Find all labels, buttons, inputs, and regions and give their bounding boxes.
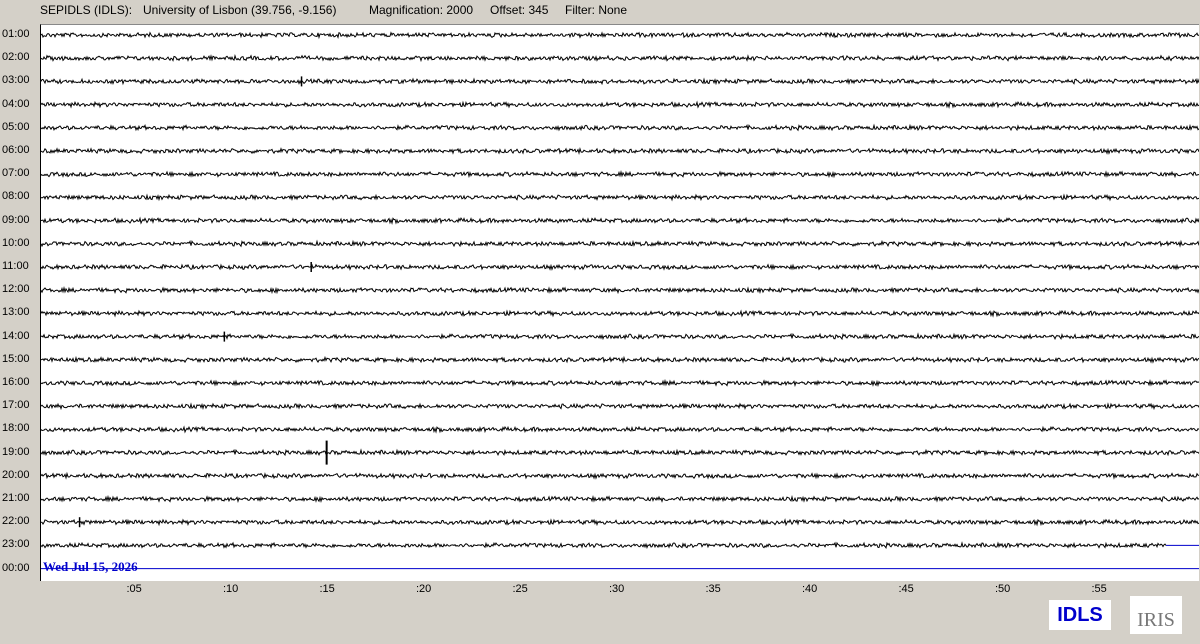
hour-label: 10:00 [2,236,30,249]
minute-tick-label: :25 [512,583,528,595]
trace-line [41,378,1199,388]
trace-line [41,193,1199,202]
trace-line [41,355,1199,364]
hour-label: 22:00 [2,515,30,528]
trace-line [41,31,1199,40]
header-bar: SEPIDLS (IDLS): University of Lisbon (39… [0,0,1200,22]
trace-line [41,448,1199,457]
hour-label: 02:00 [2,51,30,64]
hour-label: 19:00 [2,445,30,458]
hour-label: 11:00 [2,260,29,272]
trace-line [41,425,1199,434]
station-location: University of Lisbon (39.756, -9.156) [143,3,337,17]
hour-label: 21:00 [2,492,30,504]
trace-line [41,309,1199,318]
trace-line [41,518,1199,527]
trace-line [41,53,1199,63]
trace-line [41,146,1199,155]
trace-line [41,239,1199,248]
trace-line [41,77,1199,86]
minute-tick-label: :55 [1091,583,1107,595]
trace-line [41,263,1199,271]
station-name: SEPIDLS (IDLS): [40,3,133,17]
minute-tick-label: :35 [705,583,721,595]
iris-logo: IRIS [1130,596,1182,634]
magnification-readout: Magnification: 2000 [369,3,474,17]
trace-line [41,332,1199,341]
hour-label: 01:00 [2,28,30,40]
minute-tick-label: :15 [319,583,335,595]
hour-label: 08:00 [2,190,30,203]
minute-tick-label: :05 [126,583,142,595]
hour-label: 16:00 [2,376,30,388]
minute-tick-label: :45 [898,583,914,595]
helicorder-plot[interactable] [40,24,1199,581]
hour-label: 14:00 [2,329,30,342]
hour-label: 18:00 [2,422,30,435]
trace-line [41,286,1199,295]
date-label: Wed Jul 15, 2026 [43,559,138,574]
hour-label: 17:00 [2,399,30,412]
trace-line [41,100,1199,109]
trace-line [41,123,1199,132]
minute-tick-label: :50 [995,583,1011,595]
hour-label: 20:00 [2,468,30,481]
hour-label: 12:00 [2,283,30,296]
hour-label: 04:00 [2,97,30,110]
trace-line [41,170,1199,179]
hour-label: 09:00 [2,213,30,226]
seismogram-traces [41,31,1199,570]
minute-tick-label: :10 [223,583,239,595]
trace-line [41,402,1199,411]
hour-label: 07:00 [2,167,30,180]
trace-line [41,471,1199,480]
trace-line [41,494,1199,504]
hour-label: 00:00 [2,561,30,574]
offset-readout: Offset: 345 [490,3,549,17]
trace-line [41,216,1199,225]
hour-label: 03:00 [2,74,30,87]
minute-tick-label: :20 [416,583,432,595]
filter-readout: Filter: None [565,3,628,17]
hour-label: 13:00 [2,306,30,319]
hour-label: 05:00 [2,120,30,133]
station-code-badge: IDLS [1049,600,1111,630]
minute-tick-label: :30 [609,583,625,595]
hour-label: 15:00 [2,352,30,365]
hour-label: 06:00 [2,144,30,156]
minute-tick-label: :40 [802,583,818,595]
trace-line [41,541,1167,549]
hour-label: 23:00 [2,538,30,551]
